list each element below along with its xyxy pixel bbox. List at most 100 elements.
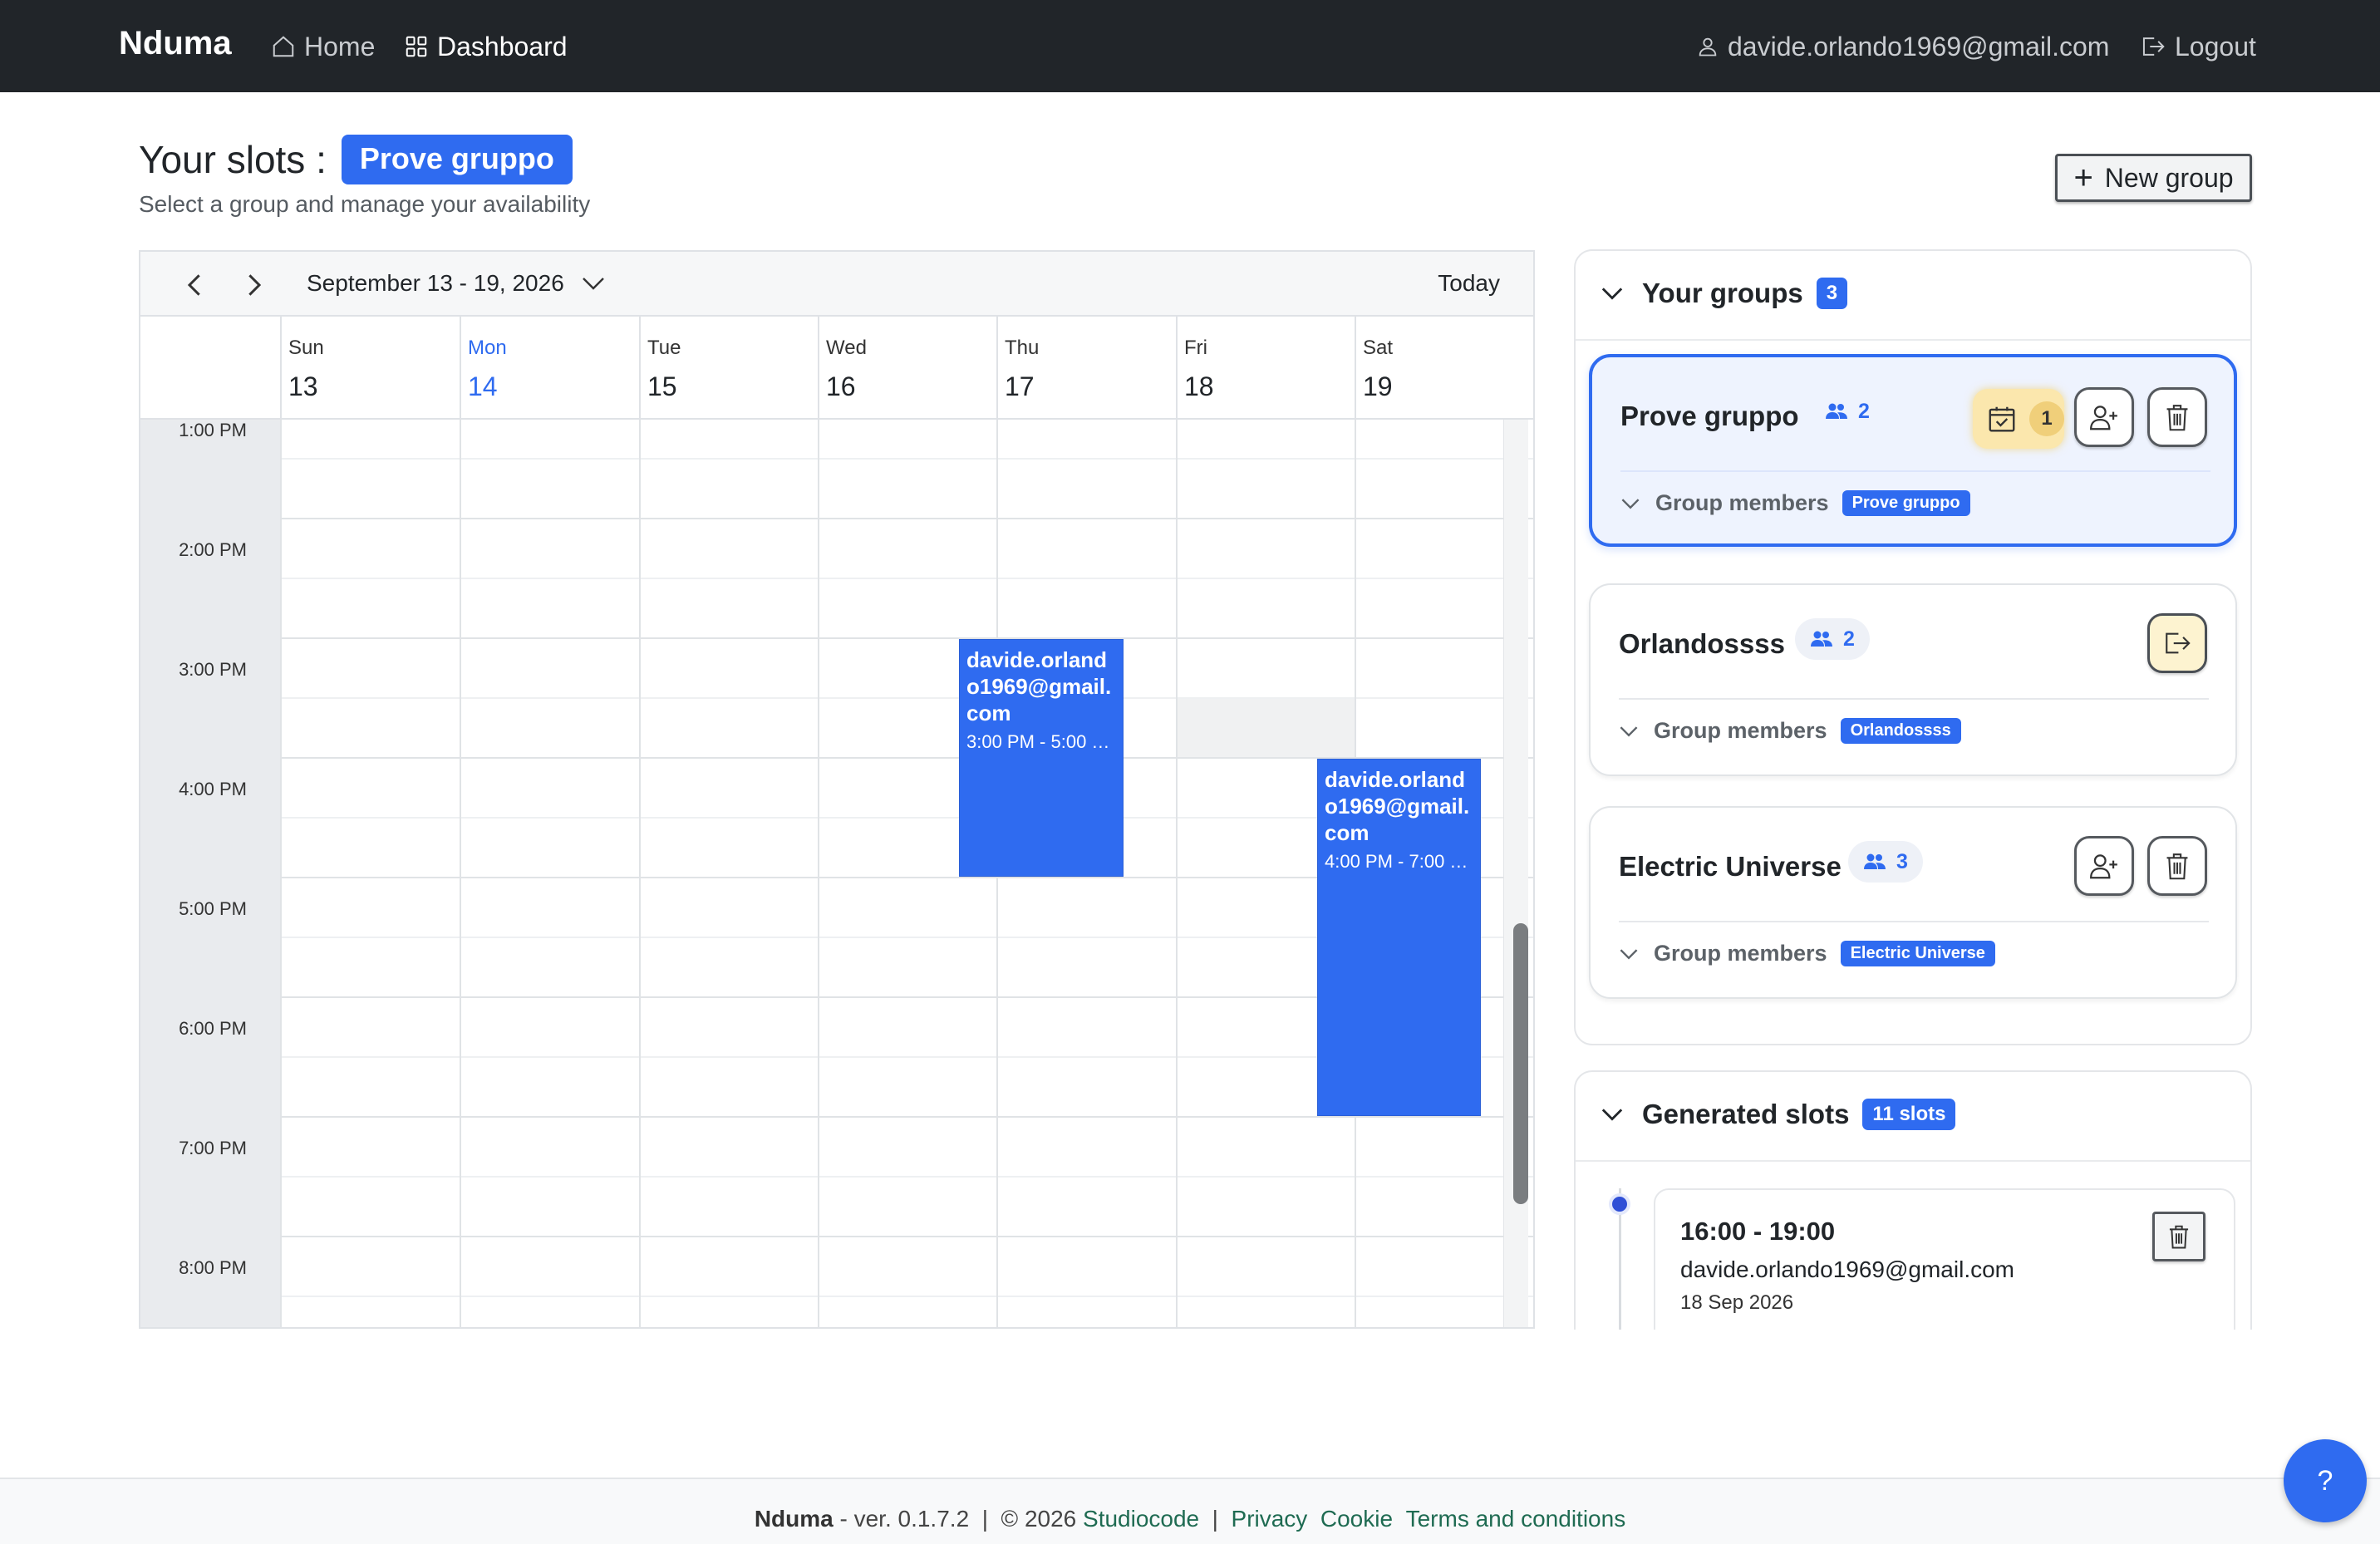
- day-name: Sat: [1363, 337, 1394, 359]
- day-header-thu[interactable]: Thu 17: [996, 317, 1176, 420]
- delete-group-button[interactable]: [2147, 387, 2207, 447]
- calendar-range-label: September 13 - 19, 2026: [307, 270, 564, 296]
- grid-line: [280, 518, 1533, 519]
- generated-slots-panel: Generated slots 11 slots 16:00 - 19:00 d…: [1574, 1070, 2252, 1330]
- day-name: Sun: [288, 337, 324, 359]
- calendar-prev-button[interactable]: [177, 268, 210, 302]
- group-card[interactable]: Orlandossss 2 Group members Orlandossss: [1589, 583, 2237, 776]
- day-name: Tue: [647, 337, 681, 359]
- day-name: Thu: [1005, 337, 1040, 359]
- slot-email: davide.orlando1969@gmail.com: [1680, 1256, 2014, 1282]
- availability-button[interactable]: 1: [1973, 389, 2064, 449]
- chevron-down-icon: [1620, 948, 1638, 959]
- new-group-label: New group: [2104, 162, 2234, 193]
- day-header-wed[interactable]: Wed 16: [818, 317, 996, 420]
- nav-user-email: davide.orlando1969@gmail.com: [1728, 31, 2110, 61]
- grid-line: [280, 1296, 1533, 1297]
- help-button[interactable]: ?: [2284, 1439, 2367, 1522]
- nav-user-account[interactable]: davide.orlando1969@gmail.com: [1696, 28, 2109, 65]
- footer-privacy-link[interactable]: Privacy: [1232, 1506, 1308, 1532]
- nav-logout-link[interactable]: Logout: [2140, 28, 2256, 65]
- time-gutter: 1:00 PM 2:00 PM 3:00 PM 4:00 PM 5:00 PM …: [140, 420, 280, 1327]
- chevron-down-icon: [1620, 725, 1638, 736]
- day-header-mon[interactable]: Mon 14: [460, 317, 639, 420]
- footer-company-link[interactable]: Studiocode: [1083, 1506, 1199, 1532]
- add-member-button[interactable]: [2074, 387, 2134, 447]
- group-tag-badge: Electric Universe: [1840, 941, 1995, 966]
- day-header-sat[interactable]: Sat 19: [1355, 317, 1533, 420]
- footer-text: Nduma - ver. 0.1.7.2 | © 2026 Studiocode…: [0, 1506, 2380, 1532]
- group-card[interactable]: Electric Universe 3 Group members Electr…: [1589, 806, 2237, 999]
- add-member-button[interactable]: [2074, 836, 2134, 896]
- groups-panel-title: Your groups: [1642, 278, 1803, 308]
- chevron-right-icon: [248, 274, 262, 296]
- delete-slot-button[interactable]: [2152, 1212, 2205, 1261]
- nav-home-link[interactable]: Home: [271, 28, 375, 65]
- user-plus-icon: [2090, 406, 2117, 430]
- footer-separator: |: [1199, 1506, 1232, 1532]
- grid-line: [280, 578, 1533, 579]
- leave-group-button[interactable]: [2147, 613, 2207, 673]
- time-label: 7:00 PM: [179, 1138, 247, 1158]
- brand-logo[interactable]: Nduma: [119, 25, 232, 62]
- calendar-event[interactable]: davide.orlando1969@gmail.com 4:00 PM - 7…: [1317, 759, 1481, 1116]
- time-label: 2:00 PM: [179, 539, 247, 560]
- group-members-toggle[interactable]: Group members Orlandossss: [1619, 718, 1961, 744]
- timeline-dot: [1609, 1193, 1630, 1215]
- event-time: 3:00 PM - 5:00 PM: [966, 731, 1116, 752]
- week-calendar: September 13 - 19, 2026 Today Sun 13 Mon…: [139, 250, 1535, 1329]
- grid-line: [280, 1116, 1533, 1118]
- nav-logout-label: Logout: [2175, 31, 2256, 61]
- plus-icon: +: [2073, 160, 2093, 196]
- page-title: Your slots : Prove gruppo: [139, 135, 573, 184]
- group-name: Electric Universe: [1619, 851, 1842, 882]
- day-name: Fri: [1184, 337, 1207, 359]
- group-tag-badge: Prove gruppo: [1842, 490, 1970, 516]
- day-number: 18: [1184, 371, 1214, 401]
- groups-panel-header[interactable]: Your groups 3: [1601, 278, 1848, 309]
- day-header-fri[interactable]: Fri 18: [1176, 317, 1355, 420]
- group-members-count: 3: [1848, 841, 1923, 883]
- divider: [1619, 921, 2209, 922]
- slots-panel-header[interactable]: Generated slots 11 slots: [1601, 1099, 1956, 1130]
- user-plus-icon: [2090, 854, 2117, 879]
- groups-count-badge: 3: [1816, 278, 1848, 309]
- new-group-button[interactable]: + New group: [2055, 154, 2252, 202]
- calendar-scrollbar-thumb[interactable]: [1513, 923, 1528, 1204]
- group-members-label: Group members: [1654, 718, 1827, 743]
- group-members-count: 2: [1810, 391, 1885, 432]
- nav-dashboard-label: Dashboard: [437, 31, 568, 61]
- delete-group-button[interactable]: [2147, 836, 2207, 896]
- calendar-time-grid[interactable]: davide.orlando1969@gmail.com 3:00 PM - 5…: [280, 420, 1533, 1327]
- footer-cookie-link[interactable]: Cookie: [1320, 1506, 1393, 1532]
- time-label: 1:00 PM: [179, 420, 247, 440]
- groups-panel: Your groups 3 Prove gruppo 2 1 Group mem…: [1574, 249, 2252, 1045]
- availability-count: 1: [2029, 401, 2064, 436]
- nav-dashboard-link[interactable]: Dashboard: [404, 28, 568, 65]
- chevron-left-icon: [187, 274, 200, 296]
- time-label: 5:00 PM: [179, 898, 247, 919]
- day-number: 13: [288, 371, 318, 401]
- group-members-toggle[interactable]: Group members Prove gruppo: [1620, 490, 1970, 516]
- calendar-next-button[interactable]: [238, 268, 272, 302]
- day-header-sun[interactable]: Sun 13: [280, 317, 460, 420]
- group-card[interactable]: Prove gruppo 2 1 Group members Prove gru…: [1589, 354, 2237, 547]
- group-members-count: 2: [1795, 618, 1870, 660]
- day-number: 15: [647, 371, 677, 401]
- group-name: Prove gruppo: [1620, 401, 1799, 431]
- selected-group-badge: Prove gruppo: [341, 135, 573, 184]
- calendar-range-selector[interactable]: September 13 - 19, 2026: [307, 270, 606, 297]
- day-number: 17: [1005, 371, 1035, 401]
- day-header-tue[interactable]: Tue 15: [639, 317, 818, 420]
- slot-card[interactable]: 16:00 - 19:00 davide.orlando1969@gmail.c…: [1654, 1188, 2235, 1330]
- day-name: Mon: [468, 337, 507, 359]
- divider: [1619, 698, 2209, 700]
- grid-column-line: [1176, 420, 1178, 1327]
- group-members-toggle[interactable]: Group members Electric Universe: [1619, 941, 1995, 966]
- calendar-today-button[interactable]: Today: [1438, 270, 1500, 297]
- calendar-event[interactable]: davide.orlando1969@gmail.com 3:00 PM - 5…: [959, 639, 1124, 877]
- footer-terms-link[interactable]: Terms and conditions: [1406, 1506, 1626, 1532]
- grid-column-line: [818, 420, 819, 1327]
- calendar-day-header: Sun 13 Mon 14 Tue 15 Wed 16 Thu 17 Fri 1…: [140, 317, 1533, 420]
- grid-icon: [406, 36, 427, 57]
